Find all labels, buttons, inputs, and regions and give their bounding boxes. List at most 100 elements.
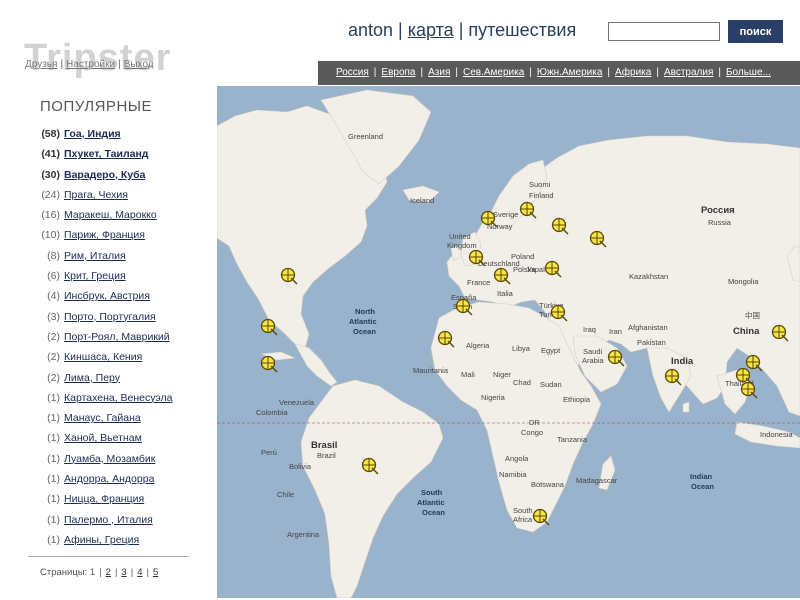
region-link-south-america[interactable]: Южн.Америка	[537, 67, 603, 78]
popular-item: (10) Париж, Франция	[28, 225, 173, 245]
logout-link[interactable]: Выход	[124, 59, 154, 70]
page-link-4[interactable]: 4	[137, 567, 142, 578]
popular-item-link[interactable]: Варадеро, Куба	[64, 169, 145, 181]
popular-item-link[interactable]: Афины, Греция	[64, 534, 139, 546]
search-button[interactable]: поиск	[728, 20, 783, 43]
map-label-iran: Iran	[609, 327, 622, 336]
popular-item-count: (24)	[41, 188, 60, 201]
settings-link[interactable]: Настройки	[66, 59, 115, 70]
popular-item: (1) Ницца, Франция	[28, 489, 173, 509]
map-label-io1: Indian	[690, 472, 713, 481]
separator: |	[99, 567, 102, 578]
site-logo[interactable]: Tripster	[24, 38, 171, 78]
popular-item-link[interactable]: Париж, Франция	[64, 229, 145, 241]
map-label-sao3: Ocean	[422, 508, 445, 517]
map-label-argentina: Argentina	[287, 530, 320, 539]
popular-item-link[interactable]: Манаус, Гайана	[64, 412, 141, 424]
map-label-brazil: Brazil	[317, 451, 336, 460]
popular-item-link[interactable]: Порт-Роял, Маврикий	[64, 331, 170, 343]
page-link-3[interactable]: 3	[121, 567, 126, 578]
pagination: Страницы: 1 | 2 | 3 | 4 | 5	[40, 567, 158, 578]
map-label-nao3: Ocean	[353, 327, 376, 336]
popular-item-link[interactable]: Инсбрук, Австрия	[64, 290, 150, 302]
popular-item-count: (4)	[47, 290, 60, 303]
popular-item-link[interactable]: Картахена, Венесуэла	[64, 392, 173, 404]
separator: |	[398, 20, 403, 40]
map-label-greenland: Greenland	[348, 132, 383, 141]
map-label-india: India	[671, 356, 694, 367]
popular-item-link[interactable]: Андорра, Андорра	[64, 473, 154, 485]
popular-item-link[interactable]: Лима, Перу	[64, 372, 120, 384]
region-link-more[interactable]: Больше...	[726, 67, 771, 78]
popular-item-link[interactable]: Палермо , Италия	[64, 514, 153, 526]
world-map[interactable]: Greenland Iceland Sverige Suomi Finland Norwa…	[217, 86, 800, 598]
popular-item-count: (1)	[47, 533, 60, 546]
map-label-congo: Congo	[521, 428, 543, 437]
map-label-southafrica2: Africa	[513, 515, 533, 524]
popular-item-link[interactable]: Порто, Португалия	[64, 311, 156, 323]
map-label-chad: Chad	[513, 378, 531, 387]
trips-link[interactable]: путешествия	[468, 20, 576, 40]
map-label-sao1: South	[421, 488, 443, 497]
page-link-5[interactable]: 5	[153, 567, 158, 578]
pagination-label: Страницы:	[40, 567, 88, 578]
region-link-australia[interactable]: Австралия	[664, 67, 713, 78]
separator: |	[420, 67, 424, 78]
map-label-uk2: Kingdom	[447, 241, 477, 250]
friends-link[interactable]: Друзья	[25, 59, 57, 70]
popular-item: (3) Порто, Португалия	[28, 307, 173, 327]
map-label-southafrica: South	[513, 506, 533, 515]
separator: |	[130, 567, 134, 578]
popular-item-link[interactable]: Киншаса, Кения	[64, 351, 142, 363]
map-label-saudi: Saudi	[583, 347, 603, 356]
popular-item-link[interactable]: Ханой, Вьетнам	[64, 432, 142, 444]
popular-item: (24) Прага, Чехия	[28, 185, 173, 205]
separator: |	[607, 67, 611, 78]
popular-item-count: (6)	[47, 270, 60, 283]
popular-item-link[interactable]: Рим, Италия	[64, 250, 126, 262]
popular-item-count: (3)	[47, 310, 60, 323]
search-input[interactable]	[608, 22, 720, 41]
region-link-europe[interactable]: Европа	[381, 67, 415, 78]
region-link-africa[interactable]: Африка	[615, 67, 651, 78]
region-link-russia[interactable]: Россия	[336, 67, 369, 78]
popular-item: (1) Картахена, Венесуэла	[28, 388, 173, 408]
world-map-canvas[interactable]: GreenlandIcelandSverigeSuomiFinlandNorwa…	[217, 86, 800, 598]
separator: |	[656, 67, 659, 78]
popular-item: (1) Палермо , Италия	[28, 510, 173, 530]
map-label-sao2: Atlantic	[417, 498, 445, 507]
region-nav-bar: Россия | Европа | Азия | Сев.Америка | Южн.Амери…	[318, 61, 800, 85]
popular-item: (2) Порт-Роял, Маврикий	[28, 327, 173, 347]
popular-item-link[interactable]: Ницца, Франция	[64, 493, 144, 505]
map-label-nao1: North	[355, 307, 375, 316]
popular-item-count: (1)	[47, 513, 60, 526]
top-navigation: anton | карта | путешествия	[348, 20, 576, 41]
popular-item: (58) Гоа, Индия	[28, 124, 173, 144]
popular-item-link[interactable]: Прага, Чехия	[64, 189, 128, 201]
popular-item: (6) Крит, Греция	[28, 266, 173, 286]
map-label-pakistan: Pakistan	[637, 338, 666, 347]
popular-item-link[interactable]: Пхукет, Таиланд	[64, 148, 148, 160]
popular-item-count: (41)	[41, 148, 60, 161]
map-label-bolivia: Bolivia	[289, 462, 312, 471]
region-link-asia[interactable]: Азия	[428, 67, 450, 78]
separator: |	[455, 67, 458, 78]
popular-title: ПОПУЛЯРНЫЕ	[40, 98, 153, 115]
region-link-north-america[interactable]: Сев.Америка	[463, 67, 524, 78]
separator: |	[60, 59, 64, 70]
map-label-colombia: Colombia	[256, 408, 289, 417]
map-label-nao2: Atlantic	[349, 317, 377, 326]
popular-item: (4) Инсбрук, Австрия	[28, 286, 173, 306]
popular-item-count: (1)	[47, 391, 60, 404]
popular-item-link[interactable]: Гоа, Индия	[64, 128, 121, 140]
popular-item-count: (16)	[41, 209, 60, 222]
popular-item-link[interactable]: Луамба, Мозамбик	[64, 453, 155, 465]
popular-item-link[interactable]: Крит, Греция	[64, 270, 126, 282]
map-label-afghanistan: Afghanistan	[628, 323, 668, 332]
map-link[interactable]: карта	[408, 20, 454, 40]
page-link-2[interactable]: 2	[106, 567, 111, 578]
popular-item-link[interactable]: Маракеш, Марокко	[64, 209, 157, 221]
map-label-brasil: Brasil	[311, 440, 337, 451]
popular-item: (1) Манаус, Гайана	[28, 408, 173, 428]
map-label-china_zh: 中国	[745, 310, 760, 320]
